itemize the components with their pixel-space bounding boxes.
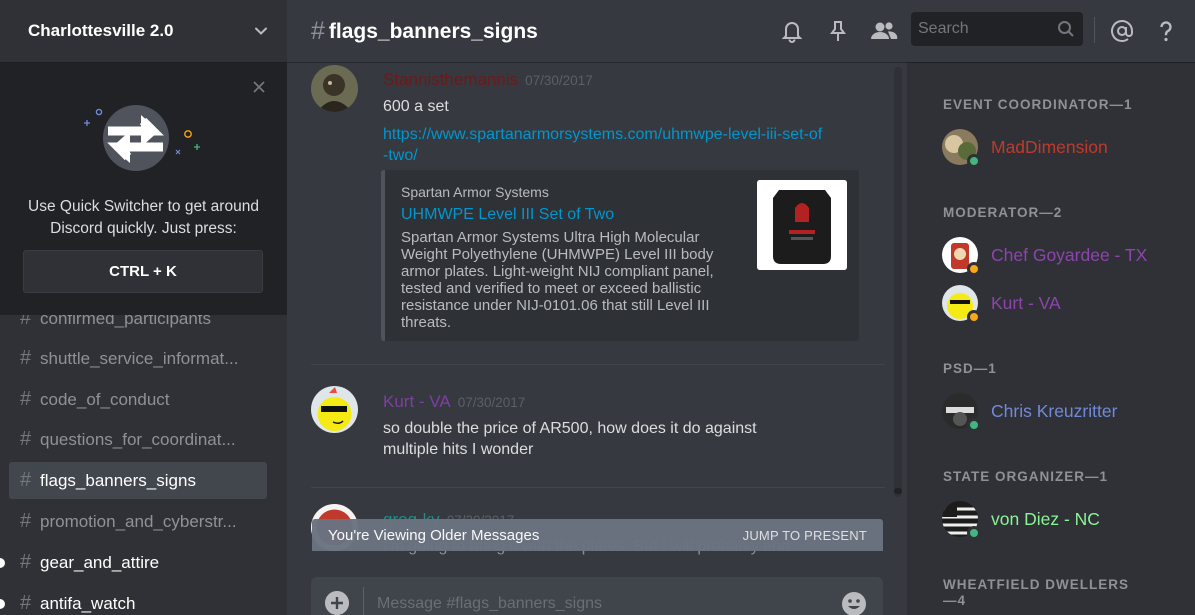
member-name: MadDimension bbox=[991, 136, 1108, 157]
help-icon[interactable] bbox=[1153, 18, 1179, 44]
channel-label: gear_and_attire bbox=[40, 552, 160, 572]
role-header: MODERATOR—2 bbox=[943, 205, 1063, 220]
hash-icon: # bbox=[20, 428, 32, 450]
status-idle bbox=[967, 310, 981, 324]
message-link[interactable]: https://www.spartanarmorsystems.com/uhmw… bbox=[383, 126, 822, 164]
hash-icon: # bbox=[20, 469, 32, 491]
quick-switcher-icon bbox=[84, 105, 200, 171]
hash-icon: # bbox=[311, 17, 325, 45]
hash-icon: # bbox=[20, 388, 32, 410]
status-online bbox=[967, 418, 981, 432]
message-input[interactable] bbox=[377, 595, 817, 613]
shortcut-key: CTRL + K bbox=[23, 250, 263, 293]
status-online bbox=[967, 154, 981, 168]
message-text: 600 a set bbox=[383, 98, 449, 115]
server-name: Charlottesville 2.0 bbox=[28, 21, 174, 40]
channel-promotion[interactable]: # promotion_and_cyberstr... bbox=[9, 503, 267, 540]
search-box[interactable] bbox=[911, 12, 1083, 46]
role-header: PSD—1 bbox=[943, 361, 997, 376]
member-name: Chris Kreuzritter bbox=[991, 400, 1118, 421]
scrollbar-thumb[interactable] bbox=[894, 488, 902, 494]
hash-icon: # bbox=[20, 592, 32, 614]
channel-label: antifa_watch bbox=[40, 593, 136, 613]
bell-icon[interactable] bbox=[779, 18, 805, 44]
link-embed: Spartan Armor Systems UHMWPE Level III S… bbox=[381, 170, 859, 341]
member-name: von Diez - NC bbox=[991, 508, 1100, 529]
hash-icon: # bbox=[20, 510, 32, 532]
embed-thumbnail[interactable] bbox=[757, 180, 847, 270]
message-author[interactable]: Kurt - VA bbox=[383, 392, 451, 412]
scrollbar-track[interactable] bbox=[894, 67, 902, 497]
channel-title: # flags_banners_signs bbox=[311, 17, 538, 46]
embed-provider: Spartan Armor Systems bbox=[401, 184, 549, 200]
avatar[interactable] bbox=[311, 386, 358, 433]
avatar bbox=[942, 393, 981, 432]
hash-icon: # bbox=[20, 551, 32, 573]
member-item[interactable]: MadDimension bbox=[942, 126, 1108, 168]
channel-label: shuttle_service_informat... bbox=[40, 348, 239, 368]
channel-title-text: flags_banners_signs bbox=[328, 19, 538, 43]
message-divider bbox=[311, 487, 885, 488]
channel-questions[interactable]: # questions_for_coordinat... bbox=[9, 421, 267, 458]
channel-shuttle-service[interactable]: # shuttle_service_informat... bbox=[9, 340, 267, 377]
unread-indicator bbox=[0, 599, 5, 609]
header-divider bbox=[1094, 17, 1095, 43]
message-text: so double the price of AR500, how does i… bbox=[383, 420, 757, 458]
pin-icon[interactable] bbox=[825, 18, 851, 44]
hash-icon: # bbox=[20, 347, 32, 369]
chat-header: # flags_banners_signs bbox=[287, 0, 1195, 62]
channel-label: promotion_and_cyberstr... bbox=[40, 511, 237, 531]
channel-sidebar: Charlottesville 2.0 # confirmed_participa… bbox=[0, 0, 287, 615]
older-messages-bar: You're Viewing Older Messages JUMP TO PR… bbox=[312, 519, 883, 551]
avatar bbox=[942, 237, 981, 276]
message-timestamp: 07/30/2017 bbox=[525, 73, 593, 88]
message-timestamp: 07/30/2017 bbox=[457, 395, 526, 410]
member-item[interactable]: von Diez - NC bbox=[942, 498, 1100, 540]
mention-icon[interactable] bbox=[1109, 18, 1135, 44]
close-icon[interactable] bbox=[251, 79, 267, 95]
member-item[interactable]: Chef Goyardee - TX bbox=[942, 234, 1147, 276]
embed-description: Spartan Armor Systems Ultra High Molecul… bbox=[401, 229, 714, 331]
avatar bbox=[942, 285, 981, 324]
quick-switcher-tip: Use Quick Switcher to get around Discord… bbox=[0, 63, 287, 315]
composer-divider bbox=[363, 587, 364, 615]
channel-antifa-watch[interactable]: # antifa_watch bbox=[9, 585, 267, 615]
emoji-icon[interactable] bbox=[841, 591, 867, 615]
member-item[interactable]: Kurt - VA bbox=[942, 282, 1061, 324]
jump-to-present-button[interactable]: JUMP TO PRESENT bbox=[743, 528, 867, 543]
role-header: EVENT COORDINATOR—1 bbox=[943, 97, 1133, 112]
message-composer bbox=[311, 577, 883, 615]
member-name: Kurt - VA bbox=[991, 292, 1061, 313]
avatar bbox=[942, 501, 981, 540]
avatar bbox=[942, 129, 981, 168]
search-icon bbox=[1058, 21, 1074, 37]
status-idle bbox=[967, 262, 981, 276]
unread-indicator bbox=[0, 558, 5, 568]
message-divider bbox=[311, 364, 885, 365]
role-header: STATE ORGANIZER—1 bbox=[943, 469, 1109, 484]
channel-label: flags_banners_signs bbox=[40, 470, 196, 490]
channel-gear-and-attire[interactable]: # gear_and_attire bbox=[9, 544, 267, 581]
member-item[interactable]: Chris Kreuzritter bbox=[942, 390, 1117, 432]
plus-circle-icon[interactable] bbox=[325, 591, 349, 615]
chevron-down-icon bbox=[255, 27, 267, 35]
older-messages-text: You're Viewing Older Messages bbox=[328, 526, 540, 544]
quick-switcher-text: Use Quick Switcher to get around Discord… bbox=[28, 198, 259, 237]
member-name: Chef Goyardee - TX bbox=[991, 244, 1148, 265]
role-header: WHEATFIELD DWELLERS—4 bbox=[943, 577, 1129, 608]
message-author[interactable]: Stannisthemannis bbox=[383, 70, 518, 90]
channel-flags-banners-signs[interactable]: # flags_banners_signs bbox=[9, 462, 267, 499]
members-icon[interactable] bbox=[869, 18, 899, 44]
avatar[interactable] bbox=[311, 65, 358, 112]
search-input[interactable] bbox=[918, 20, 1048, 38]
channel-code-of-conduct[interactable]: # code_of_conduct bbox=[9, 381, 267, 418]
status-online bbox=[967, 526, 981, 540]
channel-label: questions_for_coordinat... bbox=[40, 429, 236, 449]
server-header[interactable]: Charlottesville 2.0 bbox=[0, 0, 287, 62]
embed-title[interactable]: UHMWPE Level III Set of Two bbox=[401, 206, 614, 224]
channel-label: code_of_conduct bbox=[40, 389, 170, 409]
member-list: EVENT COORDINATOR—1 MadDimension MODERAT… bbox=[907, 62, 1195, 615]
